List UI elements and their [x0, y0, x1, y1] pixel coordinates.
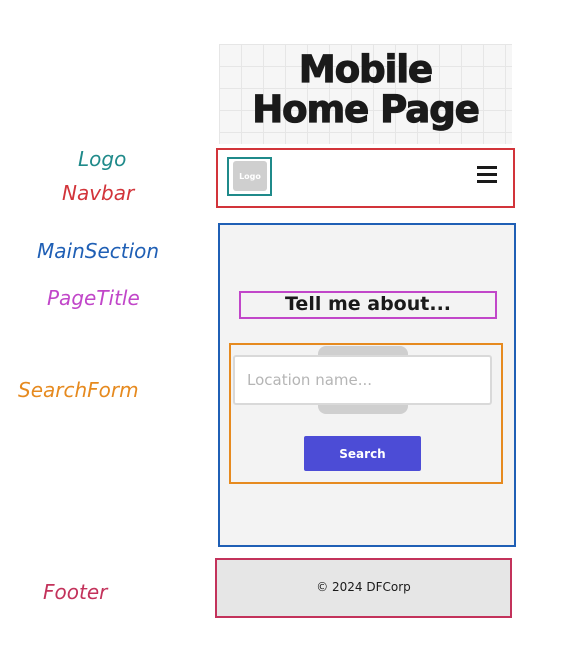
diagram-title: Mobile Home Page [219, 48, 512, 131]
logo-box [227, 157, 272, 196]
page-title-box [239, 291, 497, 319]
hamburger-menu-icon[interactable] [477, 166, 497, 184]
label-page-title: PageTitle [47, 286, 140, 310]
title-line-2: Home Page [252, 88, 481, 131]
title-line-1: Mobile [298, 48, 433, 91]
label-footer: Footer [43, 580, 108, 604]
label-logo: Logo [78, 147, 127, 171]
label-main-section: MainSection [37, 239, 160, 263]
search-form-box [229, 343, 503, 484]
label-search-form: SearchForm [18, 378, 139, 402]
label-navbar: Navbar [62, 181, 135, 205]
footer-box [215, 558, 512, 618]
